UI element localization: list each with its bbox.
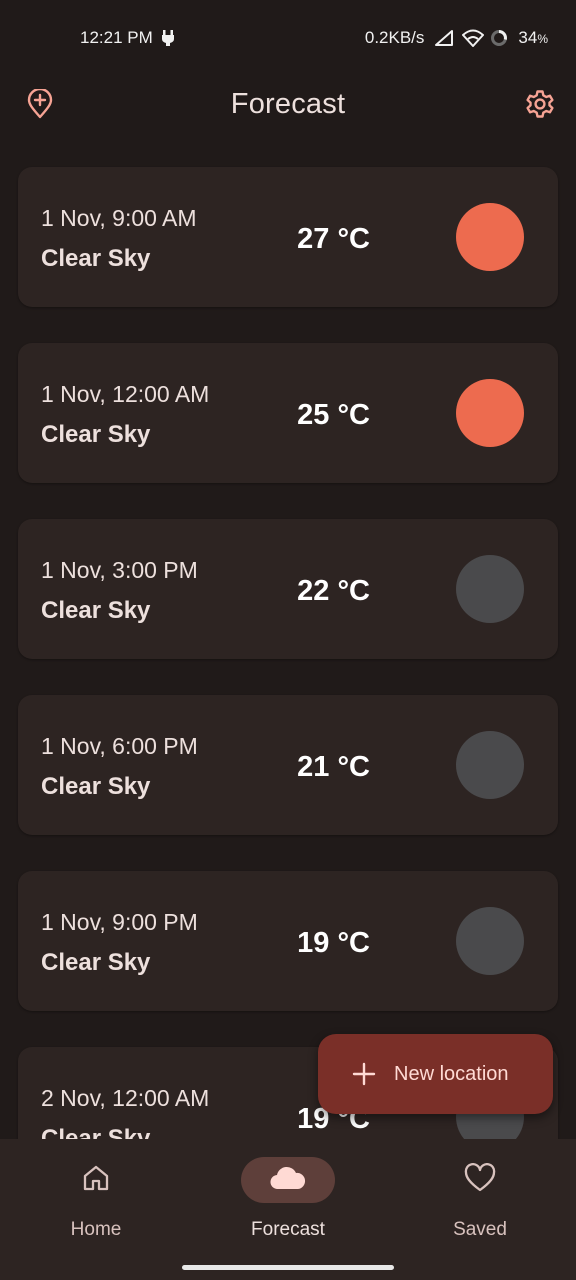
status-left: 12:21 PM <box>80 28 179 48</box>
forecast-datetime: 1 Nov, 3:00 PM <box>41 557 198 583</box>
battery-percent: 34% <box>518 28 548 48</box>
status-time: 12:21 PM <box>80 28 153 47</box>
forecast-card[interactable]: 1 Nov, 12:00 AM Clear Sky 25 °C <box>18 343 558 483</box>
usb-charging-icon <box>161 29 179 47</box>
forecast-condition: Clear Sky <box>41 949 151 976</box>
forecast-temperature: 19 °C <box>297 927 370 959</box>
forecast-indicator-dot <box>456 555 524 623</box>
nav-pill-home <box>49 1157 143 1203</box>
forecast-temperature: 27 °C <box>297 223 370 255</box>
battery-value: 34 <box>518 28 538 47</box>
new-location-label: New location <box>394 1062 509 1085</box>
network-speed: 0.2KB/s <box>364 28 425 47</box>
forecast-datetime: 1 Nov, 9:00 PM <box>41 909 198 935</box>
forecast-card[interactable]: 1 Nov, 3:00 PM Clear Sky 22 °C <box>18 519 558 659</box>
forecast-datetime: 2 Nov, 12:00 AM <box>41 1085 210 1111</box>
nav-label-forecast: Forecast <box>251 1219 325 1240</box>
nav-item-home[interactable]: Home <box>0 1139 192 1280</box>
bottom-navigation: Home Forecast Saved <box>0 1139 576 1280</box>
status-right: 0.2KB/s 34% <box>365 28 548 48</box>
plus-icon <box>352 1062 376 1086</box>
gesture-navigation-bar[interactable] <box>182 1265 394 1270</box>
forecast-indicator-dot <box>456 731 524 799</box>
add-location-icon[interactable] <box>22 86 58 122</box>
forecast-datetime: 1 Nov, 9:00 AM <box>41 205 197 231</box>
wifi-icon <box>462 29 485 47</box>
nav-item-saved[interactable]: Saved <box>384 1139 576 1280</box>
status-bar: 12:21 PM 0.2KB/s 34% <box>0 0 576 76</box>
settings-gear-icon[interactable] <box>522 86 558 122</box>
forecast-temperature: 21 °C <box>297 751 370 783</box>
forecast-card[interactable]: 1 Nov, 9:00 PM Clear Sky 19 °C <box>18 871 558 1011</box>
forecast-datetime: 1 Nov, 12:00 AM <box>41 381 210 407</box>
heart-icon <box>464 1162 496 1198</box>
nav-pill-forecast <box>241 1157 335 1203</box>
nav-pill-saved <box>433 1157 527 1203</box>
nav-label-saved: Saved <box>453 1219 507 1240</box>
forecast-condition: Clear Sky <box>41 421 151 448</box>
nav-item-forecast[interactable]: Forecast <box>192 1139 384 1280</box>
forecast-card[interactable]: 1 Nov, 9:00 AM Clear Sky 27 °C <box>18 167 558 307</box>
home-icon <box>81 1163 111 1198</box>
forecast-indicator-dot <box>456 203 524 271</box>
cloud-icon <box>269 1165 307 1196</box>
battery-ring-icon <box>490 29 508 47</box>
forecast-indicator-dot <box>456 379 524 447</box>
forecast-indicator-dot <box>456 907 524 975</box>
nav-label-home: Home <box>70 1219 122 1240</box>
forecast-card[interactable]: 1 Nov, 6:00 PM Clear Sky 21 °C <box>18 695 558 835</box>
forecast-temperature: 22 °C <box>297 575 370 607</box>
forecast-temperature: 25 °C <box>297 399 370 431</box>
forecast-screen: 12:21 PM 0.2KB/s 34% Forecast 1 Nov, 9:0… <box>0 0 576 1280</box>
signal-icon <box>434 29 454 47</box>
top-app-bar: Forecast <box>0 76 576 132</box>
forecast-condition: Clear Sky <box>41 597 151 624</box>
forecast-condition: Clear Sky <box>41 773 151 800</box>
forecast-condition: Clear Sky <box>41 245 151 272</box>
new-location-button[interactable]: New location <box>318 1034 553 1114</box>
page-title: Forecast <box>230 87 346 120</box>
battery-unit: % <box>537 32 548 46</box>
forecast-datetime: 1 Nov, 6:00 PM <box>41 733 198 759</box>
